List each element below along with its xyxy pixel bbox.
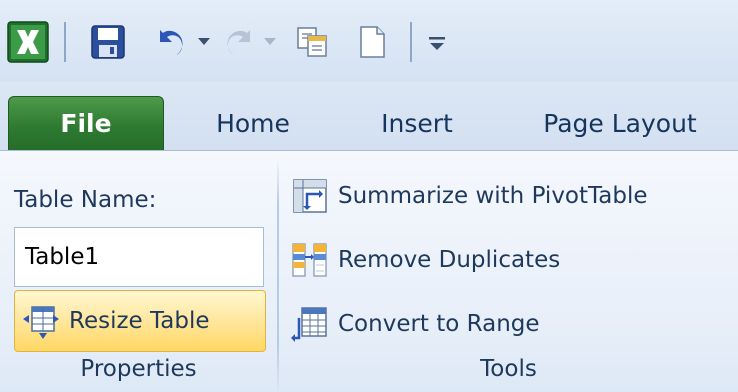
convert-to-range-label: Convert to Range — [338, 311, 540, 337]
toolbar-separator — [410, 22, 412, 62]
dropdown-arrow-icon[interactable] — [262, 28, 278, 56]
customize-toolbar-icon[interactable] — [424, 28, 450, 56]
convert-to-range-button[interactable]: Convert to Range — [290, 297, 540, 351]
remove-duplicates-label: Remove Duplicates — [338, 247, 561, 273]
tab-page-layout[interactable]: Page Layout — [522, 96, 718, 150]
table-name-input[interactable]: Table1 — [14, 227, 264, 287]
redo-icon[interactable] — [220, 22, 260, 62]
undo-icon[interactable] — [150, 22, 190, 62]
toolbar-separator — [64, 22, 66, 62]
quick-access-toolbar — [0, 0, 738, 82]
ribbon-panel: Table Name: Table1 Resize Table Properti… — [0, 150, 738, 392]
copy-icon[interactable] — [292, 22, 332, 62]
new-document-icon[interactable] — [352, 22, 392, 62]
excel-ribbon-window: File Home Insert Page Layout Table Name:… — [0, 0, 738, 392]
pivot-table-icon — [293, 179, 327, 213]
excel-logo-icon[interactable] — [6, 20, 50, 64]
remove-duplicates-icon — [292, 243, 327, 277]
resize-table-icon — [23, 306, 59, 339]
resize-table-button[interactable]: Resize Table — [14, 290, 266, 352]
ribbon-tabs: File Home Insert Page Layout — [0, 82, 738, 150]
tab-file[interactable]: File — [8, 96, 164, 150]
summarize-pivottable-label: Summarize with PivotTable — [338, 183, 648, 209]
tab-home[interactable]: Home — [200, 96, 306, 150]
remove-duplicates-button[interactable]: Remove Duplicates — [290, 233, 560, 287]
convert-range-icon — [291, 307, 327, 342]
dropdown-arrow-icon[interactable] — [196, 28, 212, 56]
tab-insert[interactable]: Insert — [362, 96, 472, 150]
save-icon[interactable] — [88, 22, 128, 62]
table-name-label: Table Name: — [14, 187, 157, 213]
properties-group-label: Properties — [80, 356, 197, 382]
tools-group-label: Tools — [480, 356, 537, 382]
resize-table-label: Resize Table — [69, 308, 210, 334]
summarize-pivottable-button[interactable]: Summarize with PivotTable — [290, 169, 648, 223]
